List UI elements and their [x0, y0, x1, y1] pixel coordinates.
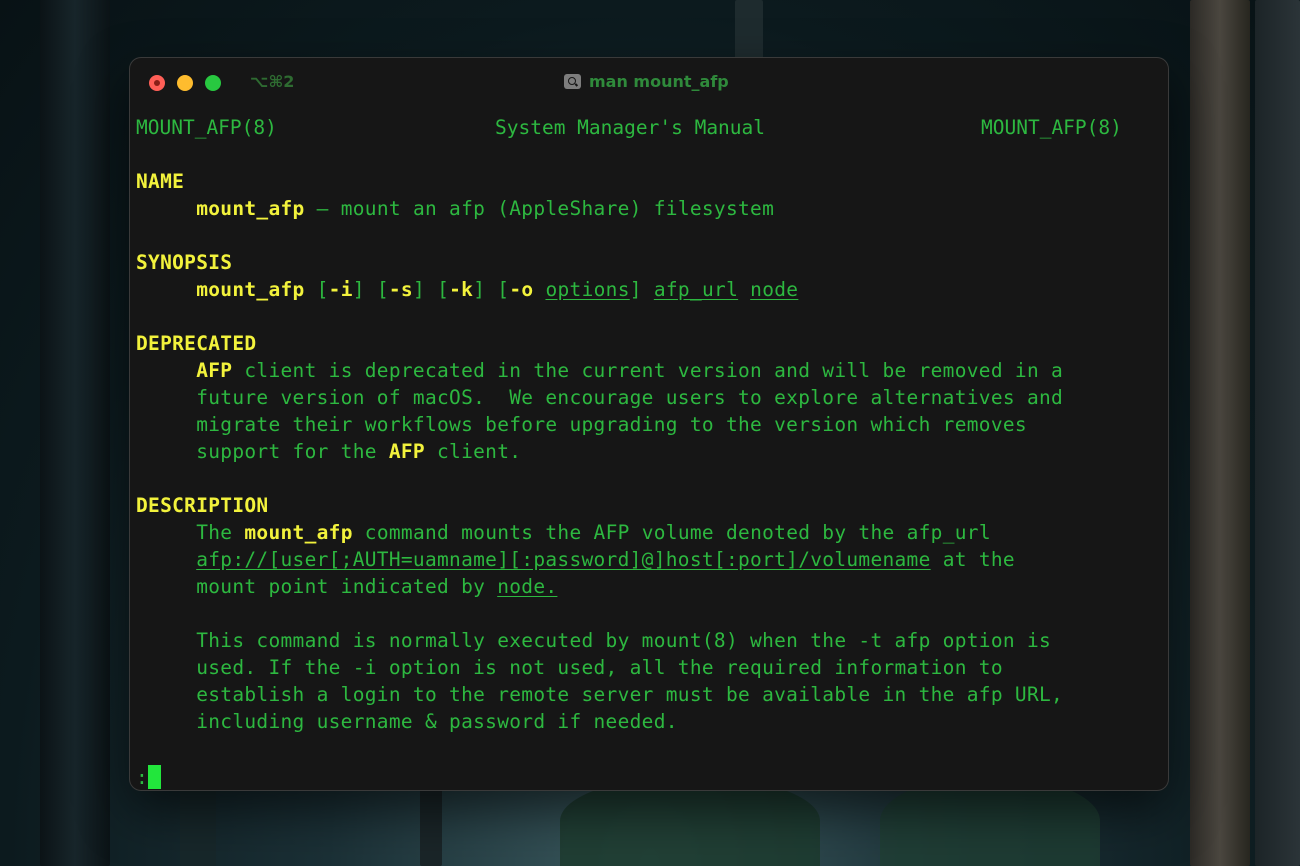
background-tree	[1255, 0, 1300, 866]
flag-i: -i	[328, 278, 353, 301]
minimize-button[interactable]	[177, 75, 193, 91]
zoom-button[interactable]	[205, 75, 221, 91]
background-tree	[180, 780, 216, 866]
man-header: MOUNT_AFP(8) System Manager's Manual MOU…	[136, 114, 1168, 141]
section-heading-name: NAME	[136, 170, 185, 193]
text-cursor[interactable]	[148, 765, 162, 789]
section-heading-description: DESCRIPTION	[136, 494, 269, 517]
command-name: mount_afp	[196, 197, 305, 220]
section-heading-synopsis: SYNOPSIS	[136, 251, 233, 274]
background-tree	[1190, 0, 1250, 866]
background-tree	[40, 0, 110, 866]
description-node: node.	[497, 575, 558, 598]
description-the: The	[196, 521, 245, 544]
title-bar[interactable]: ⌥⌘2 man mount_afp	[130, 58, 1168, 108]
deprecated-line-1: client is deprecated in the current vers…	[232, 359, 1064, 382]
background-tree	[420, 780, 442, 866]
man-header-left: MOUNT_AFP(8)	[136, 116, 277, 139]
pager-prompt: :	[136, 766, 149, 789]
deprecated-afp-2: AFP	[388, 440, 425, 463]
description-line-2-end: at the	[930, 548, 1015, 571]
flag-o: -o	[509, 278, 534, 301]
deprecated-line-4-end: client.	[424, 440, 522, 463]
afp-url-format: afp://[user[;AUTH=uamname][:password]@]h…	[196, 548, 931, 571]
terminal-window[interactable]: ⌥⌘2 man mount_afp MOUNT_AFP(8) System Ma…	[130, 58, 1168, 790]
deprecated-line-2: future version of macOS. We encourage us…	[196, 386, 1064, 409]
name-description: – mount an afp (AppleShare) filesystem	[304, 197, 775, 220]
description-line-3: mount point indicated by	[196, 575, 498, 598]
flag-s: -s	[388, 278, 413, 301]
description-para2-line-2: used. If the -i option is not used, all …	[196, 656, 1003, 679]
description-para2-line-4: including username & password if needed.	[196, 710, 678, 733]
man-header-center: System Manager's Manual	[495, 116, 766, 139]
description-para2-line-1: This command is normally executed by mou…	[196, 629, 1052, 652]
terminal-output[interactable]: MOUNT_AFP(8) System Manager's Manual MOU…	[136, 114, 1168, 790]
man-header-right: MOUNT_AFP(8)	[981, 116, 1122, 139]
arg-afp-url: afp_url	[653, 278, 739, 301]
arg-node: node	[750, 278, 799, 301]
description-para2-line-3: establish a login to the remote server m…	[196, 683, 1064, 706]
window-title: man mount_afp	[564, 72, 729, 91]
tab-shortcut-label: ⌥⌘2	[250, 72, 295, 91]
synopsis-command: mount_afp	[196, 278, 305, 301]
section-heading-deprecated: DEPRECATED	[136, 332, 257, 355]
deprecated-line-4: support for the	[196, 440, 389, 463]
magnifier-icon	[564, 74, 581, 89]
deprecated-afp: AFP	[196, 359, 233, 382]
window-title-text: man mount_afp	[589, 72, 729, 91]
description-line-1: command mounts the AFP volume denoted by…	[352, 521, 991, 544]
arg-options: options	[545, 278, 630, 301]
deprecated-line-3: migrate their workflows before upgrading…	[196, 413, 1027, 436]
close-button[interactable]	[149, 75, 165, 91]
flag-k: -k	[449, 278, 474, 301]
description-command: mount_afp	[244, 521, 353, 544]
